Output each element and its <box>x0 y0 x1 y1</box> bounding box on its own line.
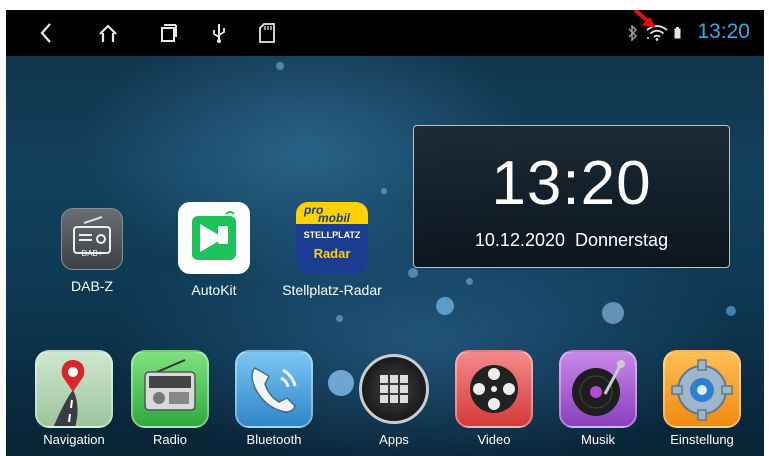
dock-bluetooth[interactable]: Bluetooth <box>226 350 322 447</box>
sd-card-icon <box>252 10 282 56</box>
dock-label: Bluetooth <box>246 432 302 447</box>
app-label: DAB-Z <box>71 278 113 294</box>
dock-apps[interactable]: Apps <box>346 350 442 447</box>
gear-icon <box>663 350 741 428</box>
home-icon[interactable] <box>90 10 126 56</box>
radio-icon <box>131 350 209 428</box>
battery-icon <box>672 10 682 56</box>
recent-apps-icon[interactable] <box>150 10 186 56</box>
home-screen: 13:20 DAB+ DAB-Z AutoKit pro mobil STELL… <box>6 10 764 456</box>
usb-icon <box>204 10 234 56</box>
turntable-icon <box>559 350 637 428</box>
app-label: AutoKit <box>191 282 237 298</box>
red-annotation-arrow <box>631 10 661 39</box>
bokeh-dot <box>276 62 284 70</box>
stellplatz-radar-logo: pro mobil STELLPLATZ Radar <box>296 202 368 274</box>
bokeh-dot <box>408 268 418 278</box>
film-reel-icon <box>455 350 533 428</box>
bokeh-dot <box>336 315 343 322</box>
logo-text-stellplatz: STELLPLATZ <box>303 230 361 240</box>
dock-musik[interactable]: Musik <box>550 350 646 447</box>
bokeh-dot <box>381 188 387 194</box>
dab-badge: DAB+ <box>81 249 103 258</box>
dock-label: Musik <box>581 432 615 447</box>
bokeh-dot <box>602 302 624 324</box>
dock-radio[interactable]: Radio <box>122 350 218 447</box>
clock-widget[interactable]: 13:20 10.12.2020 Donnerstag <box>413 125 730 268</box>
apps-grid-icon <box>359 354 429 424</box>
app-dab-z[interactable]: DAB+ DAB-Z <box>32 206 152 294</box>
navigation-icon <box>35 350 113 428</box>
app-label: Stellplatz-Radar <box>282 282 382 298</box>
dock-navigation[interactable]: Navigation <box>26 350 122 447</box>
dock-label: Navigation <box>43 432 105 447</box>
bokeh-dot <box>726 306 736 316</box>
dock-einstellung[interactable]: Einstellung <box>654 350 750 447</box>
widget-weekday: Donnerstag <box>575 230 669 250</box>
dock-video[interactable]: Video <box>446 350 542 447</box>
bokeh-dot <box>466 278 473 285</box>
dock-label: Einstellung <box>670 432 734 447</box>
dock-label: Apps <box>379 432 409 447</box>
back-icon[interactable] <box>28 10 64 56</box>
phone-icon <box>235 350 313 428</box>
dock-label: Video <box>477 432 511 447</box>
widget-time: 13:20 <box>491 149 652 218</box>
dock-label: Radio <box>153 432 187 447</box>
logo-text-radar: Radar <box>313 246 351 261</box>
widget-date: 10.12.2020 Donnerstag <box>414 230 729 251</box>
widget-date-value: 10.12.2020 <box>474 230 565 250</box>
bokeh-dot <box>436 297 454 315</box>
app-stellplatz-radar[interactable]: pro mobil STELLPLATZ Radar Stellplatz-Ra… <box>272 202 392 298</box>
logo-text-mobil: mobil <box>318 211 350 225</box>
radio-icon: DAB+ <box>61 208 123 270</box>
status-bar-clock: 13:20 <box>697 20 750 43</box>
autokit-icon <box>178 202 250 274</box>
app-autokit[interactable]: AutoKit <box>154 202 274 298</box>
